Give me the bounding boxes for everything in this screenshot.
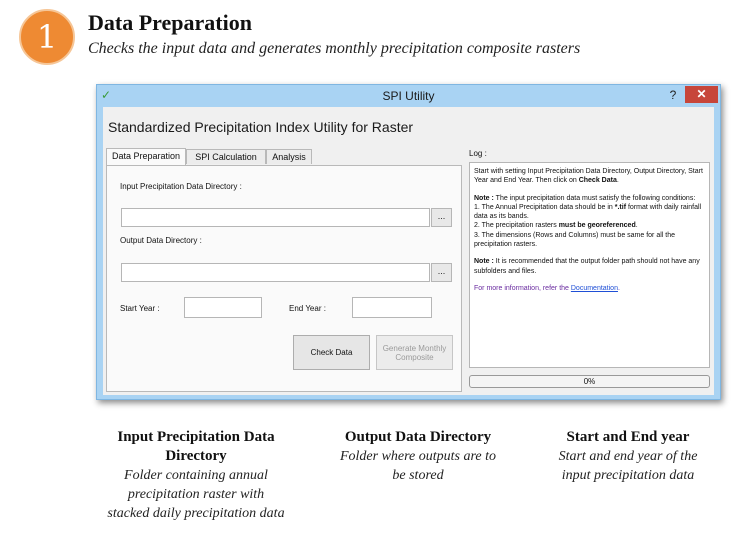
log-note2-label: Note :	[474, 258, 494, 266]
caption-desc: be stored	[392, 468, 444, 483]
section-subtitle: Checks the input data and generates mont…	[88, 40, 581, 57]
caption-start-end-year: Start and End year Start and end year of…	[530, 428, 726, 485]
log-note2-text: It is recommended that the output folder…	[474, 258, 700, 275]
caption-desc: input precipitation data	[561, 468, 695, 483]
generate-monthly-composite-button[interactable]: Generate Monthly Composite	[376, 335, 453, 370]
caption-desc: Folder containing annual	[124, 468, 268, 483]
input-dir-browse-button[interactable]: ...	[431, 208, 452, 227]
caption-desc: Folder where outputs are to	[339, 449, 497, 464]
caption-title: Start and End year	[566, 429, 690, 445]
check-data-button[interactable]: Check Data	[293, 335, 370, 370]
log-note-text: The input precipitation data must satisf…	[493, 194, 696, 202]
data-preparation-panel: Input Precipitation Data Directory : ...…	[106, 165, 462, 392]
end-year-label: End Year :	[289, 304, 326, 313]
documentation-link[interactable]: Documentation	[571, 285, 618, 292]
start-year-label: Start Year :	[120, 304, 160, 313]
caption-title: Input Precipitation Data	[117, 429, 275, 445]
tab-data-preparation[interactable]: Data Preparation	[106, 148, 186, 165]
help-icon[interactable]: ?	[665, 87, 681, 103]
generate-button-line1: Generate Monthly	[382, 343, 447, 353]
log-intro-end: .	[616, 177, 619, 185]
section-title: Data Preparation	[88, 10, 252, 35]
log-note-label: Note :	[474, 194, 494, 202]
log-cond2-c: .	[635, 222, 638, 230]
log-cond1-a: 1. The Annual Precipitation data should …	[474, 203, 615, 211]
log-more-info-end: .	[617, 284, 620, 292]
output-dir-browse-button[interactable]: ...	[431, 263, 452, 282]
log-label: Log :	[469, 149, 487, 158]
tab-spi-calculation[interactable]: SPI Calculation	[186, 149, 266, 164]
log-cond2-b: must be georeferenced	[558, 222, 636, 230]
log-cond2-a: 2. The precipitation rasters	[474, 222, 559, 230]
log-cond3: 3. The dimensions (Rows and Columns) mus…	[474, 231, 676, 249]
log-intro: Start with setting Input Precipitation D…	[474, 167, 705, 186]
close-icon[interactable]: ✕	[685, 86, 718, 103]
output-dir-label: Output Data Directory :	[120, 236, 202, 245]
spi-utility-window: ✓ SPI Utility ? ✕ Standardized Precipita…	[96, 84, 721, 400]
title-bar: ✓ SPI Utility ? ✕	[97, 85, 720, 107]
output-dir-field[interactable]	[121, 263, 430, 282]
input-dir-field[interactable]	[121, 208, 430, 227]
caption-desc: stacked daily precipitation data	[107, 506, 285, 521]
caption-title-line2: Directory	[165, 448, 227, 464]
dialog-body: Standardized Precipitation Index Utility…	[103, 107, 714, 395]
log-note-output: Note : It is recommended that the output…	[474, 257, 705, 276]
start-year-field[interactable]	[184, 297, 262, 318]
log-more-info: For more information, refer the Document…	[474, 284, 705, 293]
tab-analysis[interactable]: Analysis	[266, 149, 312, 164]
log-panel[interactable]: Start with setting Input Precipitation D…	[469, 162, 710, 368]
caption-title: Output Data Directory	[344, 429, 492, 445]
step-number-badge: 1	[19, 9, 75, 65]
log-note-conditions: Note : The input precipitation data must…	[474, 194, 705, 250]
log-intro-bold: Check Data	[578, 177, 617, 185]
progress-bar: 0%	[469, 375, 710, 388]
dialog-heading: Standardized Precipitation Index Utility…	[108, 119, 414, 135]
end-year-field[interactable]	[352, 297, 432, 318]
generate-button-line2: Composite	[395, 352, 434, 362]
caption-output-directory: Output Data Directory Folder where outpu…	[318, 428, 518, 485]
log-cond1-b: *.tif	[614, 203, 627, 211]
log-more-info-text: For more information, refer the	[474, 284, 571, 292]
caption-input-directory: Input Precipitation Data Directory Folde…	[84, 428, 308, 523]
caption-desc: Start and end year of the	[558, 449, 698, 464]
caption-desc: precipitation raster with	[127, 487, 265, 502]
input-dir-label: Input Precipitation Data Directory :	[120, 182, 242, 191]
window-title: SPI Utility	[382, 89, 435, 103]
